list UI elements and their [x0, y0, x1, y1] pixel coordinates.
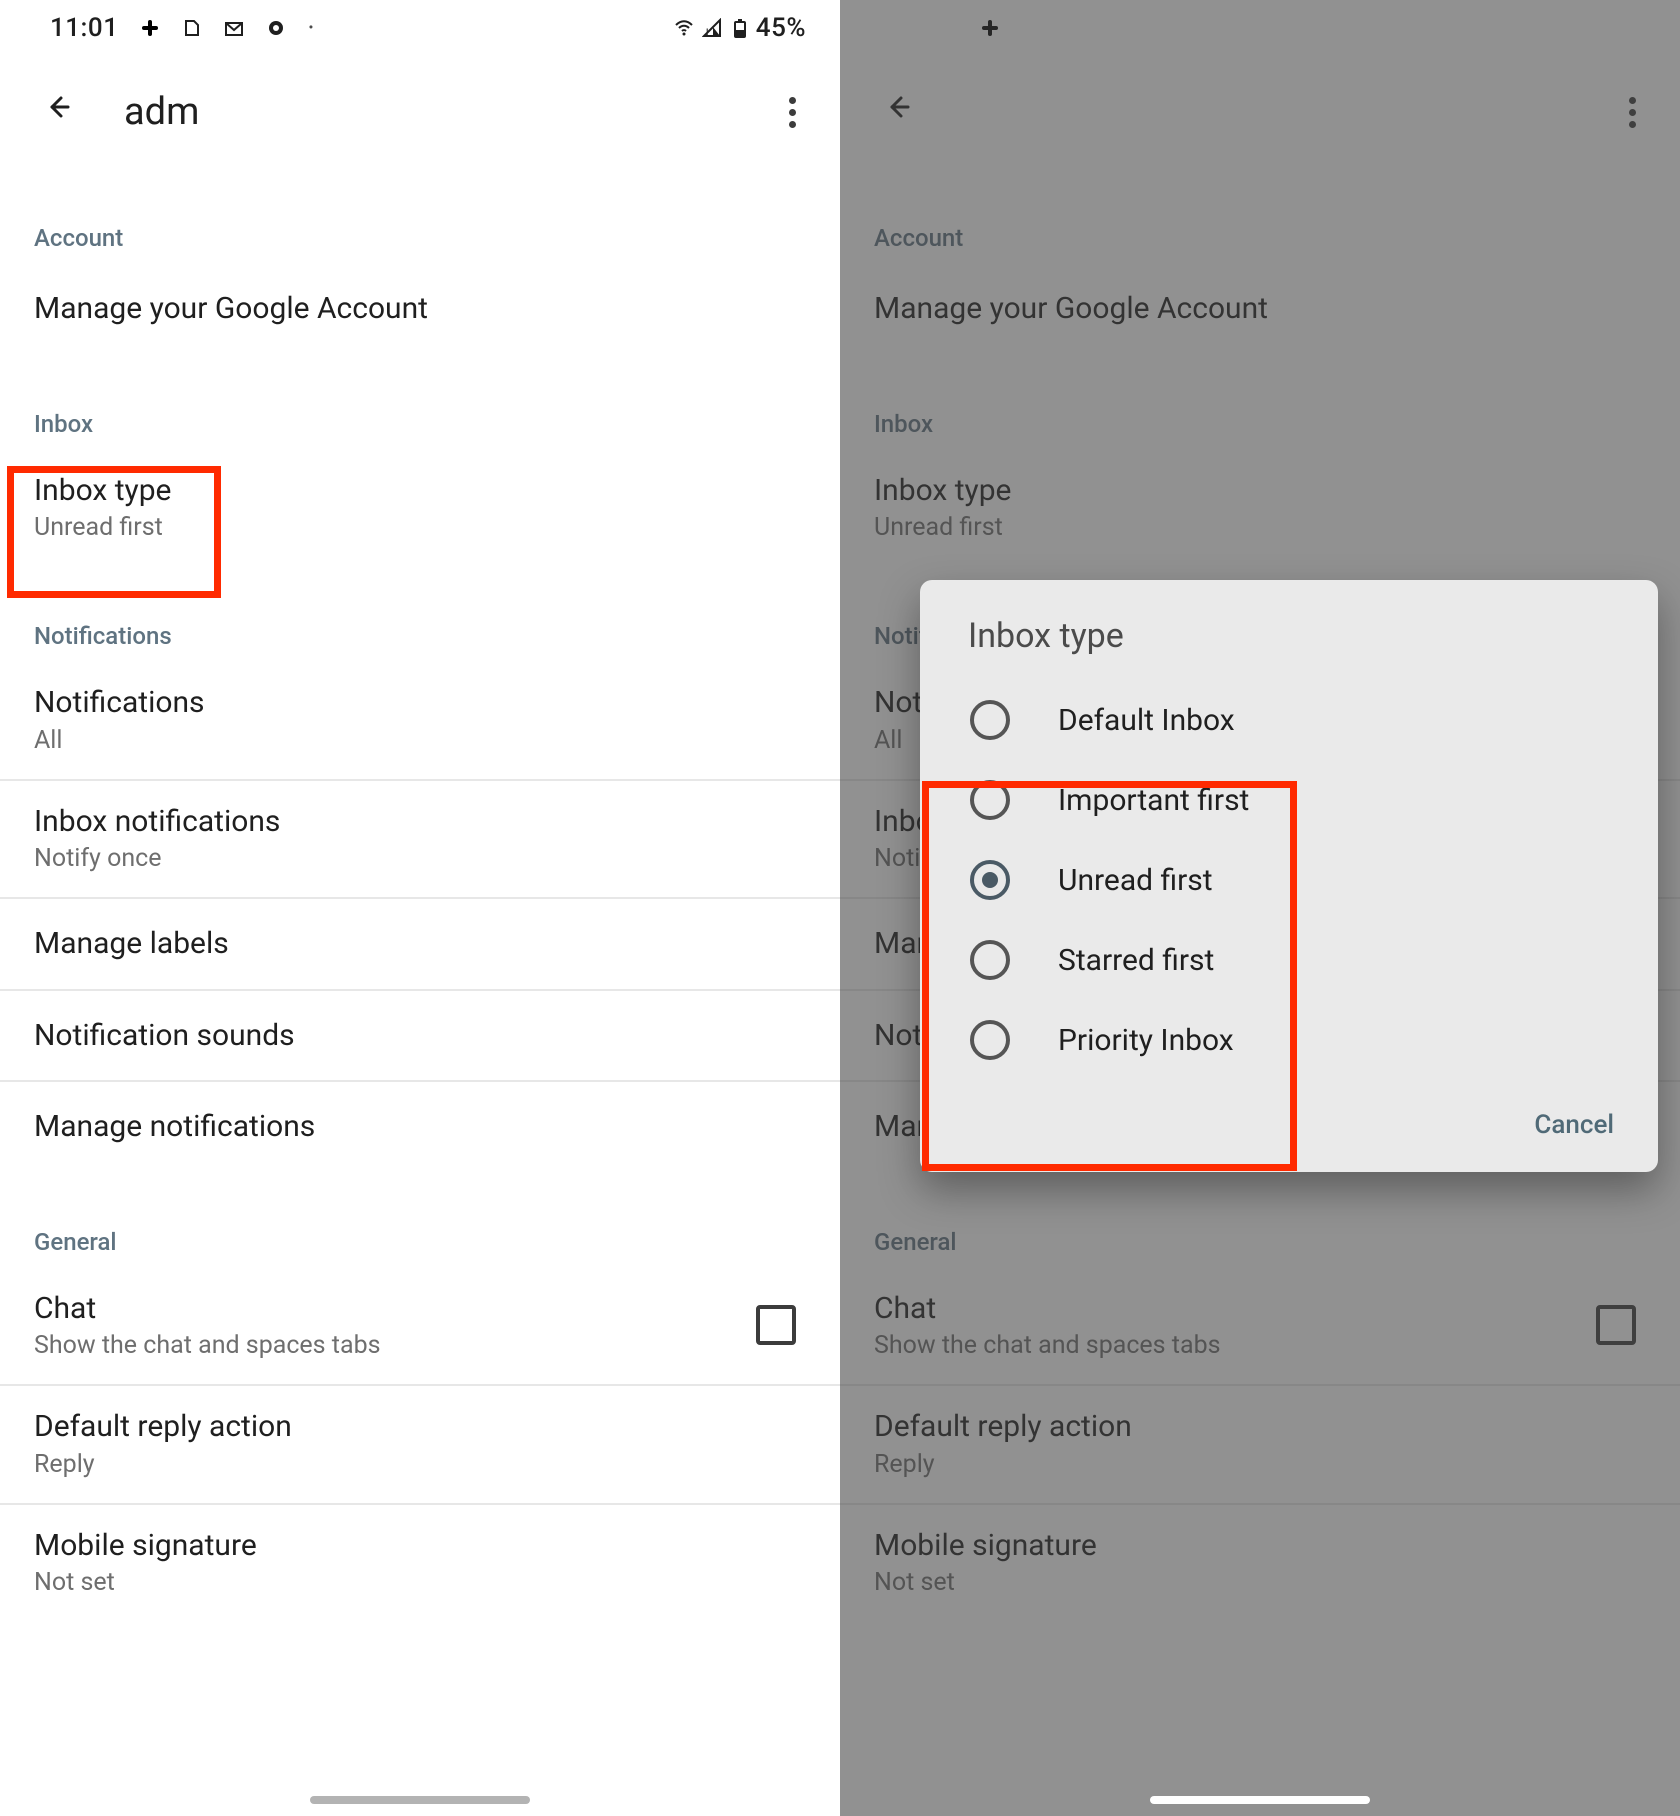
- location-icon: [266, 18, 286, 38]
- option-label: Starred first: [1058, 943, 1214, 978]
- row-manage-notifications[interactable]: Manage notifications: [0, 1082, 840, 1172]
- radio-icon: [970, 1020, 1010, 1060]
- option-label: Priority Inbox: [1058, 1023, 1234, 1058]
- status-time: 11:01: [50, 13, 118, 43]
- battery-icon: [730, 18, 750, 38]
- row-inbox-type[interactable]: Inbox type Unread first: [0, 450, 840, 567]
- option-label: Unread first: [1058, 863, 1213, 898]
- row-title: Manage labels: [34, 925, 806, 963]
- radio-icon: [970, 780, 1010, 820]
- gmail-icon: [224, 18, 244, 38]
- wifi-icon: [674, 18, 694, 38]
- row-inbox-notifications[interactable]: Inbox notifications Notify once: [0, 781, 840, 900]
- overflow-menu-button[interactable]: [772, 92, 812, 132]
- row-title: Default reply action: [34, 1408, 806, 1446]
- row-title: Inbox type: [34, 472, 806, 510]
- option-label: Default Inbox: [1058, 703, 1235, 738]
- row-default-reply-action[interactable]: Default reply action Reply: [0, 1386, 840, 1505]
- row-subtitle: All: [34, 726, 806, 755]
- row-title: Notification sounds: [34, 1017, 806, 1055]
- back-button[interactable]: [44, 92, 84, 132]
- option-default-inbox[interactable]: Default Inbox: [920, 680, 1658, 760]
- chat-checkbox[interactable]: [756, 1305, 796, 1345]
- more-notifications-dot: •: [308, 20, 313, 36]
- row-subtitle: Notify once: [34, 844, 806, 873]
- section-header-inbox: Inbox: [0, 354, 840, 450]
- option-important-first[interactable]: Important first: [920, 760, 1658, 840]
- option-starred-first[interactable]: Starred first: [920, 920, 1658, 1000]
- row-title: Manage notifications: [34, 1108, 806, 1146]
- status-bar: 11:01 • 45%: [0, 0, 840, 56]
- row-title: Manage your Google Account: [34, 290, 806, 328]
- section-header-notifications: Notifications: [0, 566, 840, 662]
- section-header-general: General: [0, 1172, 840, 1268]
- app-bar: adm: [0, 56, 840, 168]
- row-subtitle: Reply: [34, 1450, 806, 1479]
- row-manage-google-account[interactable]: Manage your Google Account: [0, 264, 840, 354]
- row-manage-labels[interactable]: Manage labels: [0, 899, 840, 991]
- page-title: adm: [124, 90, 199, 134]
- section-header-account: Account: [0, 168, 840, 264]
- row-chat[interactable]: Chat Show the chat and spaces tabs: [0, 1268, 840, 1387]
- row-subtitle: Unread first: [34, 513, 806, 542]
- row-mobile-signature[interactable]: Mobile signature Not set: [0, 1505, 840, 1622]
- radio-icon: [970, 700, 1010, 740]
- row-title: Notifications: [34, 684, 806, 722]
- gesture-nav-bar[interactable]: [1150, 1796, 1370, 1804]
- row-title: Mobile signature: [34, 1527, 806, 1565]
- dialog-title: Inbox type: [920, 580, 1658, 680]
- row-subtitle: Not set: [34, 1568, 806, 1597]
- radio-icon-selected: [970, 860, 1010, 900]
- battery-percent: 45%: [756, 13, 806, 43]
- radio-icon: [970, 940, 1010, 980]
- slack-icon: [140, 18, 160, 38]
- row-notifications[interactable]: Notifications All: [0, 662, 840, 781]
- inbox-type-dialog: Inbox type Default Inbox Important first…: [920, 580, 1658, 1172]
- option-label: Important first: [1058, 783, 1249, 818]
- pitch-icon: [182, 18, 202, 38]
- gesture-nav-bar[interactable]: [310, 1796, 530, 1804]
- row-title: Chat: [34, 1290, 756, 1328]
- option-priority-inbox[interactable]: Priority Inbox: [920, 1000, 1658, 1080]
- cancel-button[interactable]: Cancel: [1534, 1110, 1614, 1140]
- option-unread-first[interactable]: Unread first: [920, 840, 1658, 920]
- screenshot-left: 11:01 • 45%: [0, 0, 840, 1816]
- screenshot-right: 11:01 • 45%: [840, 0, 1680, 1816]
- row-subtitle: Show the chat and spaces tabs: [34, 1331, 756, 1360]
- row-title: Inbox notifications: [34, 803, 806, 841]
- signal-icon: [702, 18, 722, 38]
- row-notification-sounds[interactable]: Notification sounds: [0, 991, 840, 1083]
